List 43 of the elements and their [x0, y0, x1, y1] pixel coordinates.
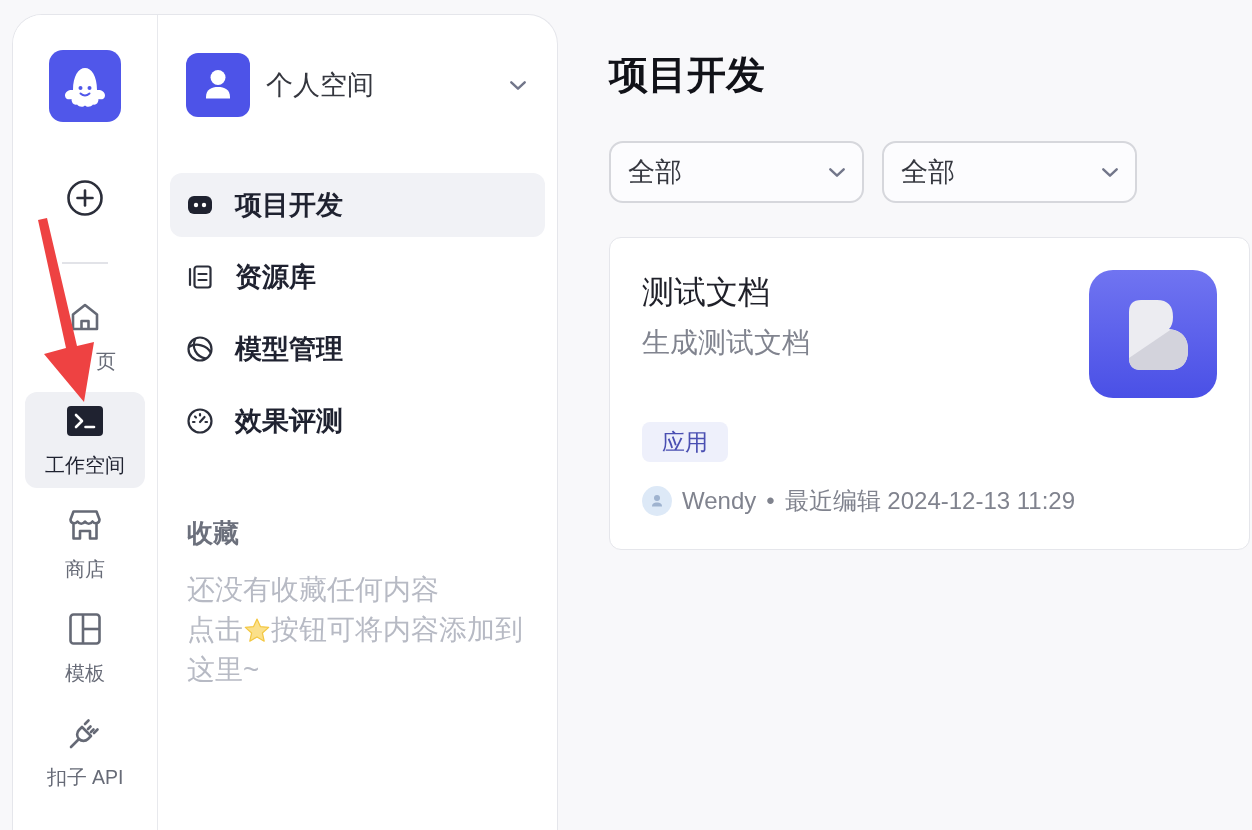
nav-item[interactable]: 工作空间 — [25, 391, 145, 488]
app-icon — [1089, 270, 1217, 398]
favorites-heading: 收藏 — [187, 517, 239, 549]
chevron-down-icon — [1102, 167, 1118, 177]
sidebar-item[interactable]: 模型管理 — [170, 317, 545, 381]
gauge-icon — [187, 408, 213, 434]
user-avatar-icon — [642, 486, 672, 516]
nav-item[interactable]: 扣子 API — [25, 703, 145, 800]
empty-message: 这里~ — [187, 653, 260, 687]
layout-icon — [69, 612, 101, 645]
nav-item[interactable]: 商店 — [25, 495, 145, 592]
type-tag: 应用 — [642, 422, 728, 462]
project-card[interactable]: 测试文档 生成测试文档 应用 Wendy • 最近编辑 2024-12-13 11:29 — [609, 237, 1250, 550]
workspace-switcher[interactable]: 个人空间 — [170, 53, 545, 117]
document-list-icon — [188, 265, 212, 289]
empty-message: 按钮可将内容添加到 — [271, 613, 523, 647]
plug-icon — [69, 716, 101, 749]
edit-time: 最近编辑 2024-12-13 11:29 — [784, 486, 1076, 516]
ghost-logo-icon — [49, 50, 121, 122]
sphere-icon — [187, 336, 213, 362]
terminal-icon — [67, 405, 103, 436]
separator-dot: • — [766, 487, 775, 515]
card-title: 测试文档 — [642, 273, 770, 312]
storefront-icon — [69, 509, 101, 540]
author-name: Wendy — [682, 487, 757, 515]
empty-message: 还没有收藏任何内容 — [187, 573, 439, 607]
sidebar-item[interactable]: 效果评测 — [170, 389, 545, 453]
page-title: 项目开发 — [609, 52, 765, 98]
empty-message: 点击 — [187, 613, 243, 647]
star-icon — [244, 617, 270, 643]
chevron-down-icon — [510, 80, 526, 90]
sidebar-item[interactable]: 项目开发 — [170, 173, 545, 237]
nav-item[interactable]: 页 — [25, 287, 145, 384]
card-description: 生成测试文档 — [642, 326, 810, 360]
filter-dropdown[interactable]: 全部 — [882, 141, 1137, 203]
sidebar-item[interactable]: 资源库 — [170, 245, 545, 309]
home-icon — [70, 301, 100, 332]
workspace-avatar-icon — [186, 53, 250, 117]
chevron-down-icon — [829, 167, 845, 177]
nav-item[interactable]: 模板 — [25, 599, 145, 696]
robot-face-icon — [187, 196, 213, 214]
plus-circle-icon[interactable] — [67, 180, 103, 216]
filter-dropdown[interactable]: 全部 — [609, 141, 864, 203]
